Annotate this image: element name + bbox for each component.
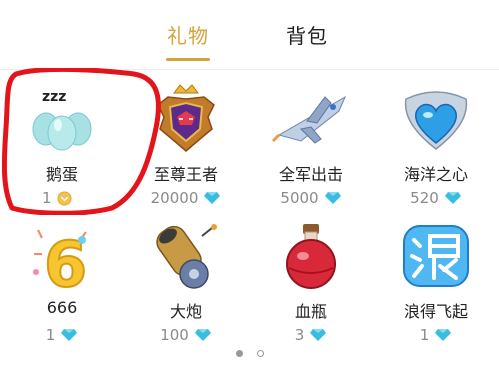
diamond-icon	[194, 329, 211, 341]
gift-price-value: 100	[160, 326, 189, 344]
gift-name: 666	[46, 298, 78, 317]
diamond-icon	[204, 192, 221, 204]
diamond-icon	[324, 192, 341, 204]
page-dot-1[interactable]	[235, 350, 243, 357]
diamond-icon	[435, 329, 452, 341]
diamond-icon	[310, 329, 327, 341]
gift-price-value: 3	[294, 326, 305, 344]
gift-price: 1	[374, 326, 498, 344]
tab-gift[interactable]: 礼物	[167, 20, 209, 49]
gift-name: 血瓶	[294, 302, 327, 321]
gift-price: 520	[374, 189, 498, 207]
fighter-jet-icon	[271, 95, 347, 144]
gift-price: 3	[249, 326, 373, 344]
lang-character-icon	[403, 225, 469, 287]
pagination-dots	[0, 350, 499, 357]
gift-item-fighter-jet[interactable]: 全军出击 5000	[249, 75, 373, 210]
gift-price: 100	[124, 326, 248, 344]
selection-highlight-annotation	[2, 68, 161, 215]
ocean-heart-icon	[404, 91, 468, 150]
gift-price-value: 1	[419, 326, 430, 344]
gift-name: 浪得飞起	[403, 302, 468, 321]
gift-item-lang[interactable]: 浪得飞起 1	[374, 212, 498, 347]
gift-name: 全军出击	[278, 165, 343, 184]
potion-bottle-icon	[286, 224, 336, 289]
gift-price-value: 5000	[280, 189, 319, 207]
gift-price-value: 520	[410, 189, 439, 207]
tab-active-indicator	[166, 58, 210, 61]
gift-price-value: 1	[45, 326, 56, 344]
gift-item-ocean-heart[interactable]: 海洋之心 520	[374, 75, 498, 210]
gift-price: 5000	[249, 189, 373, 207]
diamond-icon	[61, 329, 78, 341]
gift-item-666[interactable]: 6 666 1	[0, 212, 124, 347]
page-dot-2[interactable]	[256, 350, 264, 357]
diamond-icon	[444, 192, 461, 204]
number-six-icon: 6	[33, 227, 88, 292]
gift-item-cannon[interactable]: 大炮 100	[124, 212, 248, 347]
gift-price: 1	[0, 326, 124, 344]
gift-name: 海洋之心	[403, 165, 468, 184]
gift-name: 大炮	[169, 302, 202, 321]
gift-item-potion[interactable]: 血瓶 3	[249, 212, 373, 347]
tab-bar: 礼物 背包	[0, 0, 499, 68]
tab-backpack[interactable]: 背包	[286, 20, 328, 49]
cannon-icon	[156, 224, 217, 289]
